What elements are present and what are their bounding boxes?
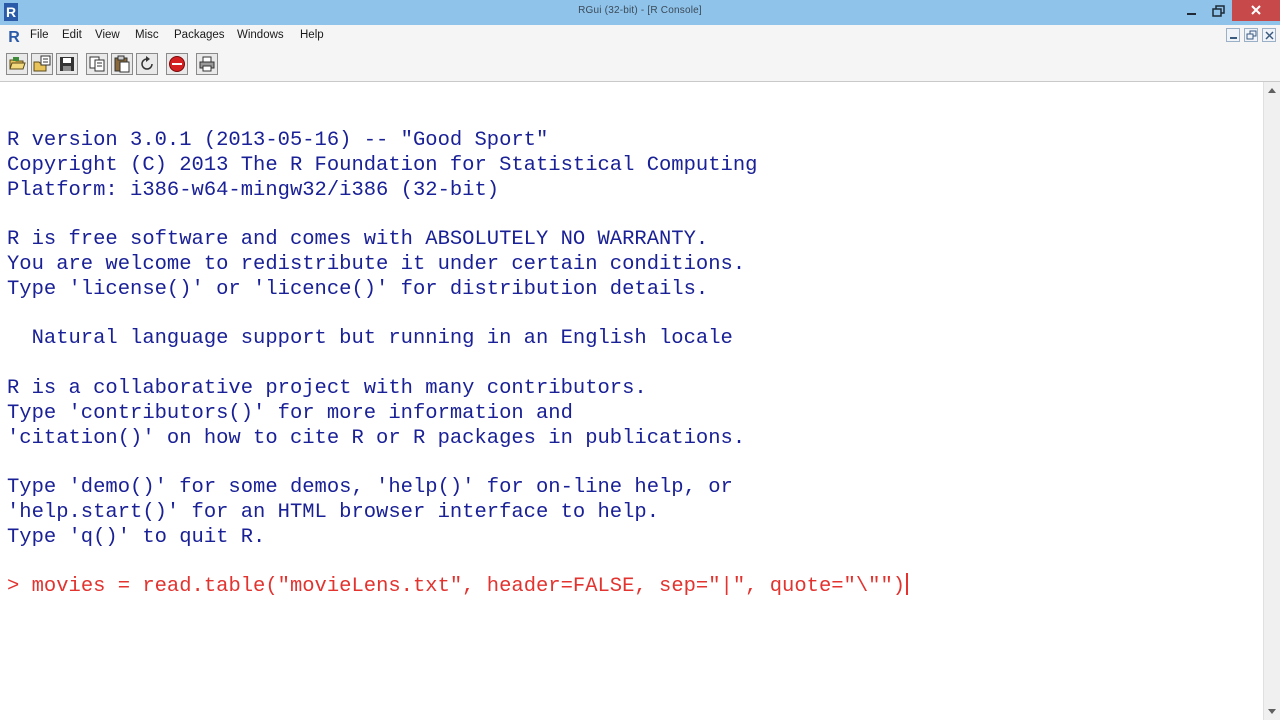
- printer-icon: [199, 56, 215, 72]
- menu-edit[interactable]: Edit: [62, 29, 82, 41]
- console-output-line: R is free software and comes with ABSOLU…: [7, 228, 709, 252]
- stop-button[interactable]: [166, 53, 188, 75]
- copy-button[interactable]: [86, 53, 108, 75]
- console-output-line: 'help.start()' for an HTML browser inter…: [7, 501, 660, 524]
- console-prompt: >: [7, 575, 32, 598]
- open-script-button[interactable]: [6, 53, 28, 75]
- console-command[interactable]: movies = read.table("movieLens.txt", hea…: [32, 575, 905, 598]
- close-icon: [1265, 31, 1274, 40]
- menu-help[interactable]: Help: [300, 29, 324, 41]
- copy-icon: [89, 56, 105, 72]
- close-button[interactable]: [1232, 0, 1280, 21]
- paste-clipboard-icon: [114, 55, 130, 73]
- minimize-icon: [1187, 13, 1196, 15]
- save-disk-icon: [60, 57, 74, 71]
- scroll-down-arrow-icon[interactable]: [1264, 703, 1280, 720]
- text-cursor: [906, 573, 909, 595]
- console-output-line: You are welcome to redistribute it under…: [7, 253, 746, 276]
- load-workspace-icon: [33, 55, 51, 72]
- r-console-icon[interactable]: R: [7, 27, 21, 44]
- vertical-scrollbar[interactable]: [1263, 82, 1280, 720]
- menu-view[interactable]: View: [95, 29, 120, 41]
- restore-icon: [1246, 30, 1257, 40]
- open-folder-icon: [9, 57, 26, 70]
- refresh-icon: [141, 56, 153, 70]
- console-output-line: Type 'license()' or 'licence()' for dist…: [7, 277, 709, 301]
- child-restore-button[interactable]: [1244, 28, 1258, 42]
- console-output-line: R is a collaborative project with many c…: [7, 377, 647, 400]
- close-icon: [1251, 5, 1261, 15]
- save-workspace-button[interactable]: [56, 53, 78, 75]
- restore-icon: [1212, 5, 1225, 17]
- toolbar: [0, 46, 1280, 82]
- console-output-line: Platform: i386-w64-mingw32/i386 (32-bit): [7, 178, 500, 202]
- title-bar[interactable]: R RGui (32-bit) - [R Console]: [0, 0, 1280, 25]
- console-output-line: Type 'q()' to quit R.: [7, 525, 266, 549]
- menu-bar: R File Edit View Misc Packages Windows H…: [0, 25, 1280, 46]
- console-output-line: Type 'contributors()' for more informati…: [7, 401, 573, 425]
- console-output-line: Natural language support but running in …: [7, 327, 733, 351]
- child-close-button[interactable]: [1262, 28, 1276, 42]
- print-button[interactable]: [196, 53, 218, 75]
- menu-packages[interactable]: Packages: [174, 29, 225, 41]
- window-title: RGui (32-bit) - [R Console]: [578, 5, 702, 16]
- paste-button[interactable]: [111, 53, 133, 75]
- console-output-line: Copyright (C) 2013 The R Foundation for …: [7, 153, 758, 177]
- console-output-line: R version 3.0.1 (2013-05-16) -- "Good Sp…: [7, 129, 549, 152]
- console-output-line: 'citation()' on how to cite R or R packa…: [7, 426, 746, 450]
- scroll-up-arrow-icon[interactable]: [1264, 82, 1280, 99]
- restore-button[interactable]: [1204, 0, 1234, 25]
- console-input-line[interactable]: > movies = read.table("movieLens.txt", h…: [7, 573, 909, 599]
- load-workspace-button[interactable]: [31, 53, 53, 75]
- console-output-line: Type 'demo()' for some demos, 'help()' f…: [7, 476, 733, 500]
- minimize-button[interactable]: [1176, 0, 1206, 25]
- menu-misc[interactable]: Misc: [135, 29, 159, 41]
- minimize-icon: [1230, 37, 1237, 39]
- copy-paste-button[interactable]: [136, 53, 158, 75]
- stop-icon: [169, 56, 185, 72]
- menu-windows[interactable]: Windows: [237, 29, 284, 41]
- r-console[interactable]: R version 3.0.1 (2013-05-16) -- "Good Sp…: [0, 82, 1263, 720]
- svg-text:R: R: [8, 29, 20, 44]
- menu-file[interactable]: File: [30, 29, 49, 41]
- child-minimize-button[interactable]: [1226, 28, 1240, 42]
- rgui-window: R RGui (32-bit) - [R Console] R File Edi…: [0, 0, 1280, 720]
